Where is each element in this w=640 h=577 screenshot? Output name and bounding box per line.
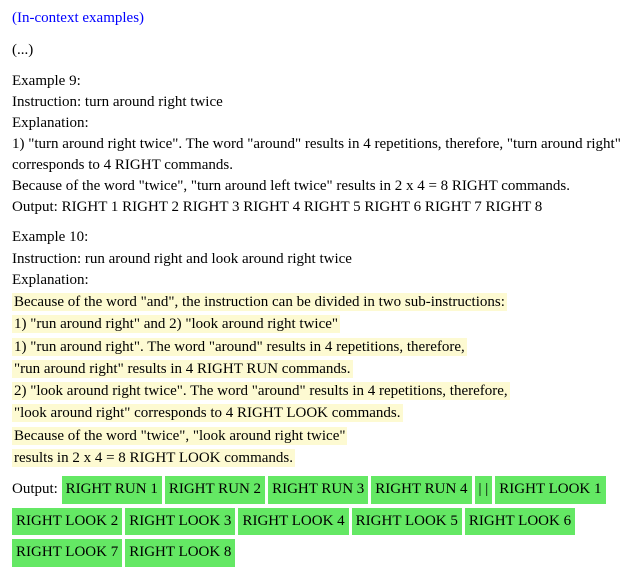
expl-hl-7: Because of the word "twice", "look aroun…: [12, 427, 347, 445]
output-token: RIGHT RUN 2: [165, 476, 265, 504]
highlighted-explanation: Because of the word "and", the instructi…: [12, 292, 628, 468]
example-title: Example 10:: [12, 227, 628, 247]
output-token: RIGHT RUN 1: [62, 476, 162, 504]
explanation-line-2: Because of the word "twice", "turn aroun…: [12, 176, 628, 196]
expl-hl-4: "run around right" results in 4 RIGHT RU…: [12, 360, 353, 378]
output-tokens: RIGHT RUN 1RIGHT RUN 2RIGHT RUN 3RIGHT R…: [12, 481, 609, 560]
output-token: RIGHT LOOK 2: [12, 508, 122, 536]
output-token: RIGHT LOOK 4: [238, 508, 348, 536]
output-line: Output: RIGHT 1 RIGHT 2 RIGHT 3 RIGHT 4 …: [12, 197, 628, 217]
expl-hl-3: 1) "run around right". The word "around"…: [12, 338, 467, 356]
section-header: (In-context examples): [12, 8, 628, 28]
output-token: RIGHT RUN 4: [371, 476, 471, 504]
instruction-text: turn around right twice: [85, 94, 223, 110]
instruction-label: Instruction:: [12, 94, 81, 110]
expl-hl-5: 2) "look around right twice". The word "…: [12, 382, 510, 400]
output-token: | |: [475, 476, 493, 504]
output-token: RIGHT LOOK 5: [352, 508, 462, 536]
output-token: RIGHT RUN 3: [268, 476, 368, 504]
output-line: Output: RIGHT RUN 1RIGHT RUN 2RIGHT RUN …: [12, 474, 628, 569]
example-title: Example 9:: [12, 71, 628, 91]
instruction-label: Instruction:: [12, 251, 81, 267]
output-token: RIGHT LOOK 7: [12, 539, 122, 567]
output-label: Output:: [12, 481, 58, 497]
expl-hl-8: results in 2 x 4 = 8 RIGHT LOOK commands…: [12, 449, 295, 467]
explanation-label: Explanation:: [12, 113, 628, 133]
output-token: RIGHT LOOK 3: [125, 508, 235, 536]
example-10: Example 10: Instruction: run around righ…: [12, 227, 628, 568]
output-label: Output:: [12, 199, 58, 215]
ellipsis: (...): [12, 40, 628, 60]
instruction-line: Instruction: turn around right twice: [12, 92, 628, 112]
instruction-text: run around right and look around right t…: [85, 251, 352, 267]
output-text: RIGHT 1 RIGHT 2 RIGHT 3 RIGHT 4 RIGHT 5 …: [62, 199, 543, 215]
output-token: RIGHT LOOK 6: [465, 508, 575, 536]
expl-hl-2: 1) "run around right" and 2) "look aroun…: [12, 315, 340, 333]
output-token: RIGHT LOOK 8: [125, 539, 235, 567]
expl-hl-1: Because of the word "and", the instructi…: [12, 293, 507, 311]
explanation-label: Explanation:: [12, 270, 628, 290]
output-token: RIGHT LOOK 1: [495, 476, 605, 504]
instruction-line: Instruction: run around right and look a…: [12, 249, 628, 269]
example-9: Example 9: Instruction: turn around righ…: [12, 71, 628, 218]
expl-hl-6: "look around right" corresponds to 4 RIG…: [12, 404, 403, 422]
explanation-line-1: 1) "turn around right twice". The word "…: [12, 134, 628, 175]
